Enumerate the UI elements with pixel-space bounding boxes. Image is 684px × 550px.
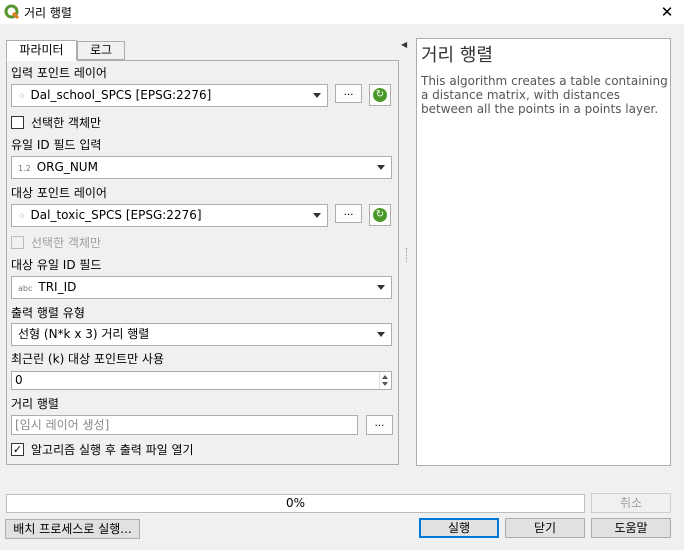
k-nearest-label: 최근린 (k) 대상 포인트만 사용 bbox=[11, 352, 165, 366]
numeric-field-icon: 1.2 bbox=[18, 164, 31, 173]
close-icon[interactable]: ✕ bbox=[656, 2, 678, 22]
output-label: 거리 행렬 bbox=[11, 397, 59, 411]
batch-process-button[interactable]: 배치 프로세스로 실행... bbox=[5, 519, 140, 539]
help-button[interactable]: 도움말 bbox=[591, 518, 671, 538]
cancel-button[interactable]: 취소 bbox=[591, 493, 671, 513]
matrix-type-combo[interactable]: 선형 (N*k x 3) 거리 행렬 bbox=[11, 323, 392, 346]
help-title: 거리 행렬 bbox=[421, 45, 493, 66]
target-id-combo[interactable]: abc TRI_ID bbox=[11, 276, 392, 299]
input-id-value: ORG_NUM bbox=[36, 160, 98, 174]
input-layer-label: 입력 포인트 레이어 bbox=[11, 66, 107, 80]
open-output-checkbox[interactable]: ✓ bbox=[11, 443, 24, 456]
selected-only-label-2: 선택한 객체만 bbox=[31, 236, 102, 250]
selected-only-checkbox-2[interactable] bbox=[11, 236, 24, 249]
progress-text: 0% bbox=[285, 496, 306, 510]
selected-only-label-1: 선택한 객체만 bbox=[31, 116, 102, 130]
window-title: 거리 행렬 bbox=[24, 6, 72, 20]
spin-down-icon[interactable] bbox=[382, 382, 388, 386]
spin-buttons[interactable] bbox=[379, 372, 391, 389]
point-layer-icon: ⁘ bbox=[18, 92, 25, 102]
target-layer-label: 대상 포인트 레이어 bbox=[11, 186, 107, 200]
spin-up-icon[interactable] bbox=[382, 375, 388, 379]
output-path-input[interactable]: [임시 레이어 생성] bbox=[11, 415, 358, 435]
target-id-value: TRI_ID bbox=[38, 280, 77, 294]
matrix-type-label: 출력 행렬 유형 bbox=[11, 306, 85, 320]
point-layer-icon: ⁘ bbox=[18, 212, 25, 222]
output-browse-button[interactable]: … bbox=[366, 415, 393, 435]
input-id-combo[interactable]: 1.2 ORG_NUM bbox=[11, 156, 392, 179]
progress-bar: 0% bbox=[6, 494, 585, 513]
input-layer-combo[interactable]: ⁘ Dal_school_SPCS [EPSG:2276] bbox=[11, 84, 328, 107]
close-button[interactable]: 닫기 bbox=[505, 518, 585, 538]
refresh-icon: ↻ bbox=[373, 208, 387, 222]
chevron-down-icon bbox=[377, 332, 385, 337]
run-button[interactable]: 실행 bbox=[419, 518, 499, 538]
refresh-icon: ↻ bbox=[373, 88, 387, 102]
matrix-type-value: 선형 (N*k x 3) 거리 행렬 bbox=[18, 327, 150, 341]
chevron-down-icon bbox=[313, 93, 321, 98]
input-id-label: 유일 ID 필드 입력 bbox=[11, 138, 102, 152]
help-panel: 거리 행렬 This algorithm creates a table con… bbox=[416, 38, 671, 466]
tab-parameters[interactable]: 파라미터 bbox=[6, 40, 77, 61]
tab-log[interactable]: 로그 bbox=[77, 41, 125, 60]
collapse-arrow-icon[interactable]: ◀ bbox=[401, 40, 409, 50]
splitter-handle[interactable] bbox=[406, 248, 409, 262]
input-layer-value: Dal_school_SPCS [EPSG:2276] bbox=[30, 88, 212, 102]
input-layer-iterate-button[interactable]: ↻ bbox=[369, 84, 391, 106]
selected-only-checkbox-1[interactable] bbox=[11, 116, 24, 129]
help-description: This algorithm creates a table containin… bbox=[421, 74, 668, 116]
chevron-down-icon bbox=[377, 165, 385, 170]
qgis-logo-icon bbox=[4, 4, 20, 20]
chevron-down-icon bbox=[377, 285, 385, 290]
target-layer-combo[interactable]: ⁘ Dal_toxic_SPCS [EPSG:2276] bbox=[11, 204, 328, 227]
target-layer-iterate-button[interactable]: ↻ bbox=[369, 204, 391, 226]
text-field-icon: abc bbox=[18, 284, 33, 293]
k-nearest-spinbox[interactable]: 0 bbox=[11, 371, 392, 390]
input-layer-browse-button[interactable]: … bbox=[335, 84, 362, 103]
k-nearest-value: 0 bbox=[15, 373, 23, 387]
target-layer-value: Dal_toxic_SPCS [EPSG:2276] bbox=[30, 208, 202, 222]
open-output-label: 알고리즘 실행 후 출력 파일 열기 bbox=[31, 443, 194, 457]
target-layer-browse-button[interactable]: … bbox=[335, 204, 362, 223]
target-id-label: 대상 유일 ID 필드 bbox=[11, 258, 102, 272]
chevron-down-icon bbox=[313, 213, 321, 218]
title-bar: 거리 행렬 ✕ bbox=[0, 0, 684, 24]
